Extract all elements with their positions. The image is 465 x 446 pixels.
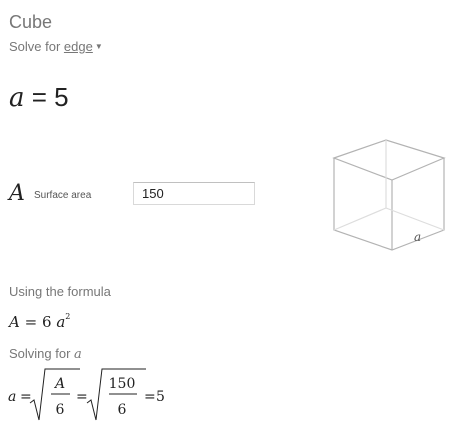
cube-diagram: a — [332, 139, 446, 251]
using-formula-label: Using the formula — [9, 284, 111, 299]
solving-for-row: Solving for a — [9, 346, 82, 362]
input-variable: A — [9, 181, 25, 206]
result-equals: = — [31, 82, 47, 112]
solving-for-variable: a — [74, 347, 82, 362]
fraction1-numerator: A — [53, 376, 65, 392]
solve-for-row: Solve for edge ▼ — [9, 39, 103, 54]
formula: A = 6 a2 — [9, 312, 70, 331]
solution-lhs: a — [8, 389, 16, 405]
fraction1-denominator: 6 — [56, 402, 65, 418]
solve-for-dropdown[interactable]: edge — [64, 39, 93, 54]
solution-equals-2: = — [76, 389, 88, 405]
fraction2-denominator: 6 — [118, 402, 127, 418]
surface-area-input[interactable] — [133, 182, 255, 205]
formula-equals: = — [24, 313, 38, 331]
cube-outline — [333, 158, 445, 251]
cube-top-face — [332, 139, 446, 181]
solution-equals-3: = — [144, 389, 156, 405]
fraction2-numerator: 150 — [109, 376, 136, 392]
solving-for-label: Solving for — [9, 346, 75, 361]
result-value: 5 — [54, 82, 69, 112]
page-title: Cube — [9, 12, 53, 32]
formula-lhs: A — [9, 313, 20, 331]
edge-label: a — [414, 230, 421, 244]
chevron-down-icon[interactable]: ▼ — [95, 42, 103, 51]
solve-for-label: Solve for — [9, 39, 64, 54]
formula-coefficient: 6 — [41, 313, 52, 331]
surface-area-label: Surface area — [34, 190, 92, 201]
formula-exponent: 2 — [65, 312, 71, 321]
result-variable: a — [9, 83, 25, 113]
solution-equation: a = A 6 = 150 6 = 5 — [8, 368, 165, 421]
formula-variable: a — [56, 313, 66, 331]
solution-result: 5 — [156, 389, 165, 405]
result-equation: a = 5 — [9, 82, 69, 113]
